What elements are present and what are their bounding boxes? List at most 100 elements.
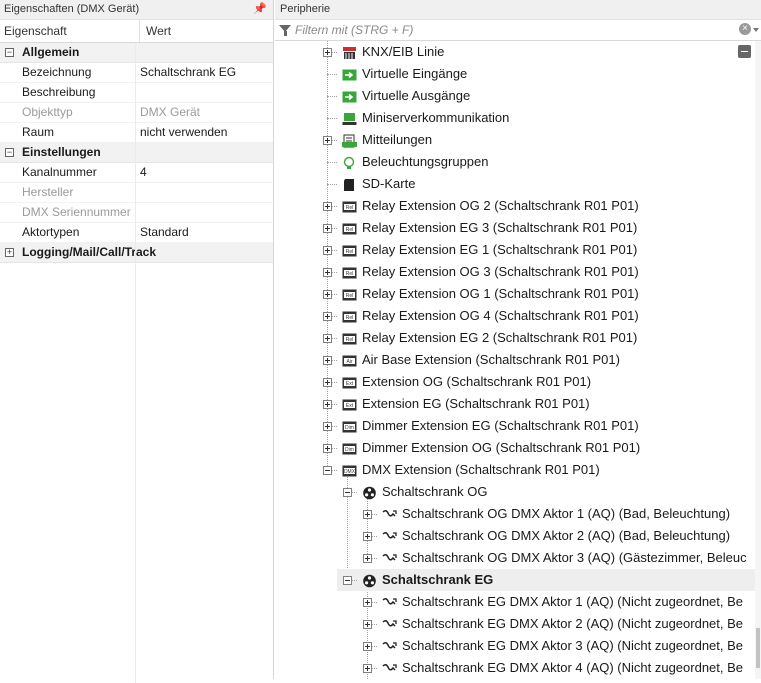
category-einstellungen[interactable]: − Einstellungen <box>0 143 273 163</box>
expand-icon[interactable] <box>323 224 332 233</box>
svg-text:Ext: Ext <box>346 381 354 387</box>
property-value[interactable]: nicht verwenden <box>135 123 273 142</box>
expand-icon[interactable] <box>323 356 332 365</box>
tree-node[interactable]: Schaltschrank EG DMX Aktor 3 (AQ) (Nicht… <box>275 635 755 657</box>
expand-icon[interactable] <box>323 312 332 321</box>
expand-icon[interactable] <box>323 246 332 255</box>
property-row-bezeichnung[interactable]: Bezeichnung Schaltschrank EG <box>0 63 273 83</box>
column-header-property[interactable]: Eigenschaft <box>0 20 140 42</box>
property-row-aktortypen[interactable]: Aktortypen Standard <box>0 223 273 243</box>
tree-node[interactable]: Schaltschrank OG DMX Aktor 2 (AQ) (Bad, … <box>275 525 755 547</box>
tree-node[interactable]: Schaltschrank OG DMX Aktor 1 (AQ) (Bad, … <box>275 503 755 525</box>
tree-node[interactable]: Rel Relay Extension OG 4 (Schaltschrank R… <box>275 305 755 327</box>
clear-filter-icon[interactable]: × <box>739 23 751 35</box>
expand-icon[interactable] <box>363 642 372 651</box>
tree-node[interactable]: KNX/EIB Linie <box>275 41 755 63</box>
tree-node[interactable]: Schaltschrank OG <box>275 481 755 503</box>
tree-node-label: Air Base Extension (Schaltschrank R01 P0… <box>362 352 620 367</box>
tree-node[interactable]: Rel Relay Extension OG 3 (Schaltschrank R… <box>275 261 755 283</box>
property-row-raum[interactable]: Raum nicht verwenden <box>0 123 273 143</box>
expand-icon[interactable] <box>323 48 332 57</box>
tree-node-label: Relay Extension OG 1 (Schaltschrank R01 … <box>362 286 639 301</box>
tree-node-label: Schaltschrank OG DMX Aktor 2 (AQ) (Bad, … <box>402 528 731 543</box>
expand-icon[interactable] <box>363 664 372 673</box>
tree-node-label: Relay Extension OG 4 (Schaltschrank R01 … <box>362 308 639 323</box>
expand-icon[interactable] <box>323 444 332 453</box>
tree-node[interactable]: DMX DMX Extension (Schaltschrank R01 P01) <box>275 459 755 481</box>
tree-node[interactable]: Ext Extension EG (Schaltschrank R01 P01) <box>275 393 755 415</box>
tree-node[interactable]: Ext Extension OG (Schaltschrank R01 P01) <box>275 371 755 393</box>
tree-node[interactable]: Mitteilungen <box>275 129 755 151</box>
expand-icon[interactable] <box>323 378 332 387</box>
tree-node[interactable]: Virtuelle Eingänge <box>275 63 755 85</box>
tree-node[interactable]: Schaltschrank EG DMX Aktor 1 (AQ) (Nicht… <box>275 591 755 613</box>
tree-node[interactable]: Dim Dimmer Extension EG (Schaltschrank R0… <box>275 415 755 437</box>
property-value[interactable]: Schaltschrank EG <box>135 63 273 82</box>
tree-node-label: Relay Extension OG 2 (Schaltschrank R01 … <box>362 198 639 213</box>
expand-icon[interactable] <box>363 554 372 563</box>
tree-node[interactable]: Rel Relay Extension OG 2 (Schaltschrank R… <box>275 195 755 217</box>
filter-input[interactable] <box>295 22 695 37</box>
property-label: Kanalnummer <box>22 165 97 179</box>
collapse-icon[interactable]: − <box>5 48 14 57</box>
extension-icon: Ext <box>342 397 357 411</box>
collapse-all-button[interactable] <box>738 45 751 58</box>
expand-icon[interactable] <box>323 334 332 343</box>
property-row-beschreibung[interactable]: Beschreibung <box>0 83 273 103</box>
expand-icon[interactable] <box>323 268 332 277</box>
collapse-icon[interactable] <box>323 466 332 475</box>
tree-node[interactable]: SD-Karte <box>275 173 755 195</box>
tree-node[interactable]: Beleuchtungsgruppen <box>275 151 755 173</box>
pin-icon[interactable]: 📌 <box>253 0 267 19</box>
scrollbar-thumb[interactable] <box>756 628 760 668</box>
filter-dropdown-icon[interactable] <box>753 28 759 32</box>
tree-node[interactable]: Rel Relay Extension EG 2 (Schaltschrank R… <box>275 327 755 349</box>
tree-node[interactable]: Miniserverkommunikation <box>275 107 755 129</box>
expand-icon[interactable]: + <box>5 248 14 257</box>
properties-grid-header: Eigenschaft Wert <box>0 20 273 43</box>
tree-node[interactable]: Rel Relay Extension EG 1 (Schaltschrank R… <box>275 239 755 261</box>
collapse-icon[interactable]: − <box>5 148 14 157</box>
expand-icon[interactable] <box>363 510 372 519</box>
relay-extension-icon: Rel <box>342 243 357 257</box>
property-value <box>135 183 273 202</box>
tree-node[interactable]: Air Air Base Extension (Schaltschrank R01… <box>275 349 755 371</box>
category-logging[interactable]: + Logging/Mail/Call/Track <box>0 243 273 263</box>
tree-node[interactable]: Virtuelle Ausgänge <box>275 85 755 107</box>
tree-node-label: Schaltschrank OG DMX Aktor 3 (AQ) (Gäste… <box>402 550 747 565</box>
tree-node[interactable]: Schaltschrank OG DMX Aktor 3 (AQ) (Gäste… <box>275 547 755 569</box>
column-header-value[interactable]: Wert <box>140 20 171 42</box>
tree-node-label: Virtuelle Eingänge <box>362 66 468 81</box>
expand-icon[interactable] <box>323 400 332 409</box>
expand-icon[interactable] <box>363 598 372 607</box>
tree-node[interactable]: Rel Relay Extension EG 3 (Schaltschrank R… <box>275 217 755 239</box>
dmx-actuator-icon <box>382 507 397 521</box>
property-value[interactable]: 4 <box>135 163 273 182</box>
collapse-icon[interactable] <box>343 488 352 497</box>
dmx-actuator-icon <box>382 595 397 609</box>
collapse-icon[interactable] <box>343 576 352 585</box>
properties-grid: − Allgemein Bezeichnung Schaltschrank EG… <box>0 43 273 683</box>
property-row-kanalnummer[interactable]: Kanalnummer 4 <box>0 163 273 183</box>
category-allgemein[interactable]: − Allgemein <box>0 43 273 63</box>
expand-icon[interactable] <box>323 136 332 145</box>
scrollbar[interactable] <box>755 41 761 679</box>
expand-icon[interactable] <box>323 290 332 299</box>
tree-node[interactable]: Schaltschrank EG DMX Aktor 2 (AQ) (Nicht… <box>275 613 755 635</box>
property-label: Bezeichnung <box>22 65 92 79</box>
tree-node-label: Dimmer Extension EG (Schaltschrank R01 P… <box>362 418 639 433</box>
expand-icon[interactable] <box>363 532 372 541</box>
expand-icon[interactable] <box>323 202 332 211</box>
tree-node[interactable]: Dim Dimmer Extension OG (Schaltschrank R0… <box>275 437 755 459</box>
filter-bar: × <box>275 20 761 41</box>
tree-node-label: KNX/EIB Linie <box>362 44 445 59</box>
expand-icon[interactable] <box>323 422 332 431</box>
category-label: Einstellungen <box>22 145 101 159</box>
tree-node[interactable]: Schaltschrank EG DMX Aktor 4 (AQ) (Nicht… <box>275 657 755 679</box>
tree-node[interactable]: Rel Relay Extension OG 1 (Schaltschrank R… <box>275 283 755 305</box>
expand-icon[interactable] <box>363 620 372 629</box>
property-value[interactable]: Standard <box>135 223 273 242</box>
property-value[interactable] <box>135 83 273 102</box>
tree-node[interactable]: Schaltschrank EG <box>275 569 755 591</box>
sdcard-icon <box>342 177 357 191</box>
